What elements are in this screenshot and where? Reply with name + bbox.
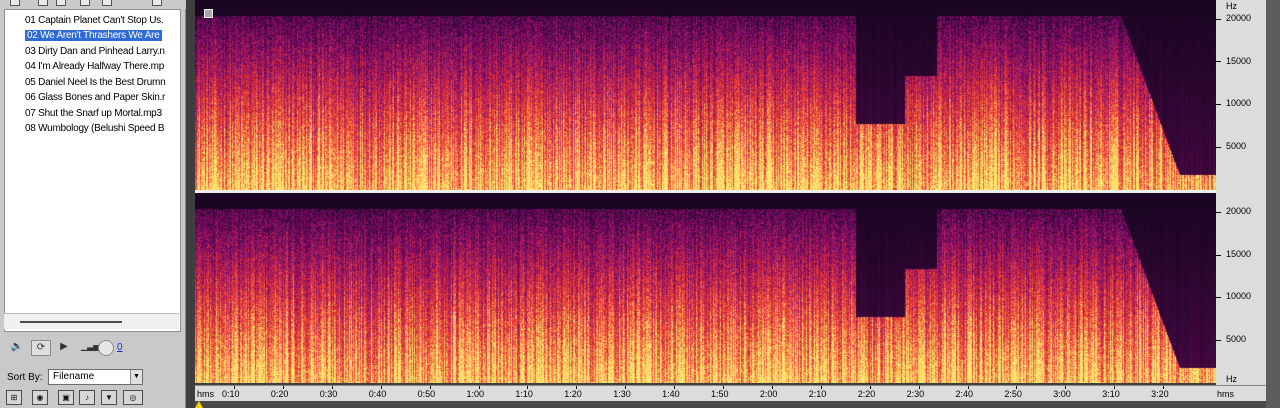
spectrogram-right-channel[interactable] xyxy=(195,193,1216,383)
time-label: 0:10 xyxy=(222,389,240,399)
file-list: 01 Captain Planet Can't Stop Us. 02 We A… xyxy=(4,9,181,332)
time-label: 0:30 xyxy=(319,389,338,399)
files-bottom-toolbar: ⊞ ◉ ▣ ♪ ▼ ◎ xyxy=(6,390,186,406)
time-label: 3:20 xyxy=(1151,389,1169,399)
tick xyxy=(1216,19,1221,20)
playhead-marker[interactable] xyxy=(195,401,203,408)
hz-label: 15000 xyxy=(1226,249,1252,259)
sort-value: Filename xyxy=(53,371,95,382)
time-label: 1:20 xyxy=(564,389,582,399)
preview-transport: 🔈 ⟳ ▶ ▁▃▅ 0 xyxy=(4,338,181,358)
file-name: 01 Captain Planet Can't Stop Us. xyxy=(25,15,164,26)
volume-bars-icon: ▁▃▅ xyxy=(81,342,100,351)
chevron-down-icon[interactable]: ▼ xyxy=(130,370,142,384)
hz-unit-label: Hz xyxy=(1226,374,1237,384)
tick xyxy=(1216,61,1221,62)
time-label: 1:10 xyxy=(515,389,533,399)
file-item-selected[interactable]: 02 We Aren't Thrashers We Are xyxy=(25,28,180,43)
time-label: 1:30 xyxy=(613,389,631,399)
tick xyxy=(1216,104,1221,105)
spectral-view[interactable]: Hz 20000 15000 10000 5000 20000 15000 10… xyxy=(186,0,1280,408)
files-panel: 01 Captain Planet Can't Stop Us. 02 We A… xyxy=(0,0,186,408)
hz-label: 15000 xyxy=(1226,56,1252,66)
hz-label: 20000 xyxy=(1226,206,1252,216)
time-label: 2:30 xyxy=(906,389,925,399)
vertical-scrollbar[interactable] xyxy=(1266,0,1280,408)
hz-label: 10000 xyxy=(1226,98,1252,108)
autoplay-icon[interactable]: ◉ xyxy=(32,390,48,405)
file-item[interactable]: 03 Dirty Dan and Pinhead Larry.n xyxy=(25,44,180,59)
time-label: 2:40 xyxy=(955,389,974,399)
volume-value[interactable]: 0 xyxy=(117,342,123,353)
time-label: 0:50 xyxy=(417,389,436,399)
time-label: 0:20 xyxy=(270,389,289,399)
time-label: 2:20 xyxy=(857,389,876,399)
tick xyxy=(1216,297,1221,298)
time-label: 3:10 xyxy=(1102,389,1120,399)
hz-label: 5000 xyxy=(1226,334,1247,344)
time-label: 1:50 xyxy=(711,389,729,399)
file-name: 03 Dirty Dan and Pinhead Larry.n xyxy=(25,46,165,57)
time-ruler[interactable]: hms hms 0:10 0:20 0:30 0:40 0:50 1:00 1:10 1:20… xyxy=(195,385,1266,401)
zoom-corner-icon[interactable] xyxy=(204,9,213,18)
file-name: 04 I'm Already Halfway There.mp xyxy=(25,61,165,72)
view-mode-icon[interactable] xyxy=(152,0,162,6)
tick xyxy=(1216,212,1221,213)
tick xyxy=(1216,255,1221,256)
scrollbar-thumb[interactable] xyxy=(20,321,122,323)
cd-icon[interactable]: ◎ xyxy=(123,390,143,405)
time-label: 1:40 xyxy=(662,389,680,399)
time-label: 2:10 xyxy=(808,389,827,399)
open-file-icon[interactable] xyxy=(10,0,20,6)
show-full-path-icon[interactable]: ▣ xyxy=(58,390,74,405)
file-item[interactable]: 04 I'm Already Halfway There.mp xyxy=(25,59,180,74)
frequency-ruler-top: Hz 20000 15000 10000 5000 xyxy=(1216,0,1266,190)
file-item[interactable]: 07 Shut the Snarf up Mortal.mp3 xyxy=(25,106,180,121)
options-icon[interactable] xyxy=(102,0,112,6)
loop-button[interactable]: ⟳ xyxy=(31,340,51,356)
close-file-icon[interactable] xyxy=(38,0,48,6)
sort-label: Sort By: xyxy=(7,372,43,383)
time-unit-label: hms xyxy=(1217,389,1235,399)
hz-label: 20000 xyxy=(1226,13,1252,23)
file-name: 07 Shut the Snarf up Mortal.mp3 xyxy=(25,108,162,119)
file-item[interactable]: 08 Wumbology (Belushi Speed B xyxy=(25,121,180,136)
sort-dropdown[interactable]: Filename ▼ xyxy=(48,369,143,385)
frequency-ruler-bottom: 20000 15000 10000 5000 Hz xyxy=(1216,190,1266,385)
time-unit-label: hms xyxy=(197,389,215,399)
horizontal-scrollbar[interactable] xyxy=(195,401,1266,408)
play-button[interactable]: ▶ xyxy=(57,340,71,356)
tick xyxy=(1216,147,1221,148)
hz-label: 5000 xyxy=(1226,141,1247,151)
time-label: 2:50 xyxy=(1004,389,1022,399)
filter-icon[interactable]: ▼ xyxy=(101,390,117,405)
hz-unit-label: Hz xyxy=(1226,1,1237,11)
file-name: 06 Glass Bones and Paper Skin.r xyxy=(25,92,166,103)
import-icon[interactable] xyxy=(56,0,66,6)
volume-knob[interactable] xyxy=(98,340,114,356)
time-label: 3:00 xyxy=(1053,389,1071,399)
files-toolbar xyxy=(0,0,186,9)
file-name: 08 Wumbology (Belushi Speed B xyxy=(25,123,165,134)
spectrogram-left-channel[interactable] xyxy=(195,0,1216,190)
sort-row: Sort By: Filename ▼ xyxy=(4,369,184,387)
speaker-icon[interactable]: 🔈 xyxy=(8,340,26,356)
file-item[interactable]: 05 Daniel Neel Is the Best Drumn xyxy=(25,75,180,90)
time-label: 0:40 xyxy=(368,389,387,399)
time-label: 2:00 xyxy=(759,389,778,399)
file-list-scrollbar[interactable] xyxy=(4,313,179,329)
time-label: 1:00 xyxy=(466,389,485,399)
file-name: 02 We Aren't Thrashers We Are xyxy=(25,30,162,41)
save-icon[interactable] xyxy=(80,0,90,6)
file-name: 05 Daniel Neel Is the Best Drumn xyxy=(25,77,166,88)
file-item[interactable]: 06 Glass Bones and Paper Skin.r xyxy=(25,90,180,105)
insert-in-multitrack-icon[interactable]: ⊞ xyxy=(6,390,22,405)
show-audio-icon[interactable]: ♪ xyxy=(79,390,95,405)
tick xyxy=(1216,340,1221,341)
file-item[interactable]: 01 Captain Planet Can't Stop Us. xyxy=(25,13,180,28)
hz-label: 10000 xyxy=(1226,291,1252,301)
